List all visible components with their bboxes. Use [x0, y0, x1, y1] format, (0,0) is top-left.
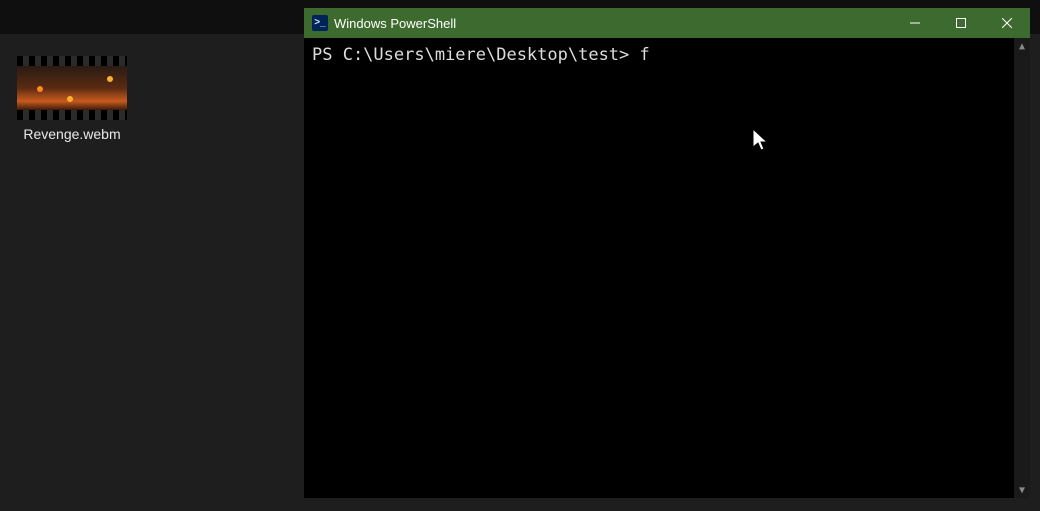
scrollbar-vertical[interactable]: ▲ ▼ — [1014, 38, 1030, 498]
maximize-icon — [956, 18, 966, 28]
minimize-icon — [910, 18, 920, 28]
titlebar[interactable]: >_ Windows PowerShell — [304, 8, 1030, 38]
close-icon — [1002, 18, 1012, 28]
powershell-icon: >_ — [312, 15, 328, 31]
terminal-body[interactable]: PS C:\Users\miere\Desktop\test> f ▲ ▼ — [304, 38, 1030, 498]
desktop: Revenge.webm >_ Windows PowerShell PS C:… — [0, 0, 1040, 511]
typed-command: f — [640, 45, 650, 65]
minimize-button[interactable] — [892, 8, 938, 38]
powershell-window: >_ Windows PowerShell PS C:\Users\miere\… — [304, 8, 1030, 498]
prompt-text: PS C:\Users\miere\Desktop\test> — [312, 45, 640, 65]
close-button[interactable] — [984, 8, 1030, 38]
desktop-file[interactable]: Revenge.webm — [12, 56, 132, 143]
desktop-file-label: Revenge.webm — [12, 126, 132, 143]
scroll-up-icon[interactable]: ▲ — [1014, 38, 1030, 54]
scroll-down-icon[interactable]: ▼ — [1014, 482, 1030, 498]
window-title: Windows PowerShell — [334, 16, 456, 31]
video-thumbnail-icon — [17, 56, 127, 120]
maximize-button[interactable] — [938, 8, 984, 38]
